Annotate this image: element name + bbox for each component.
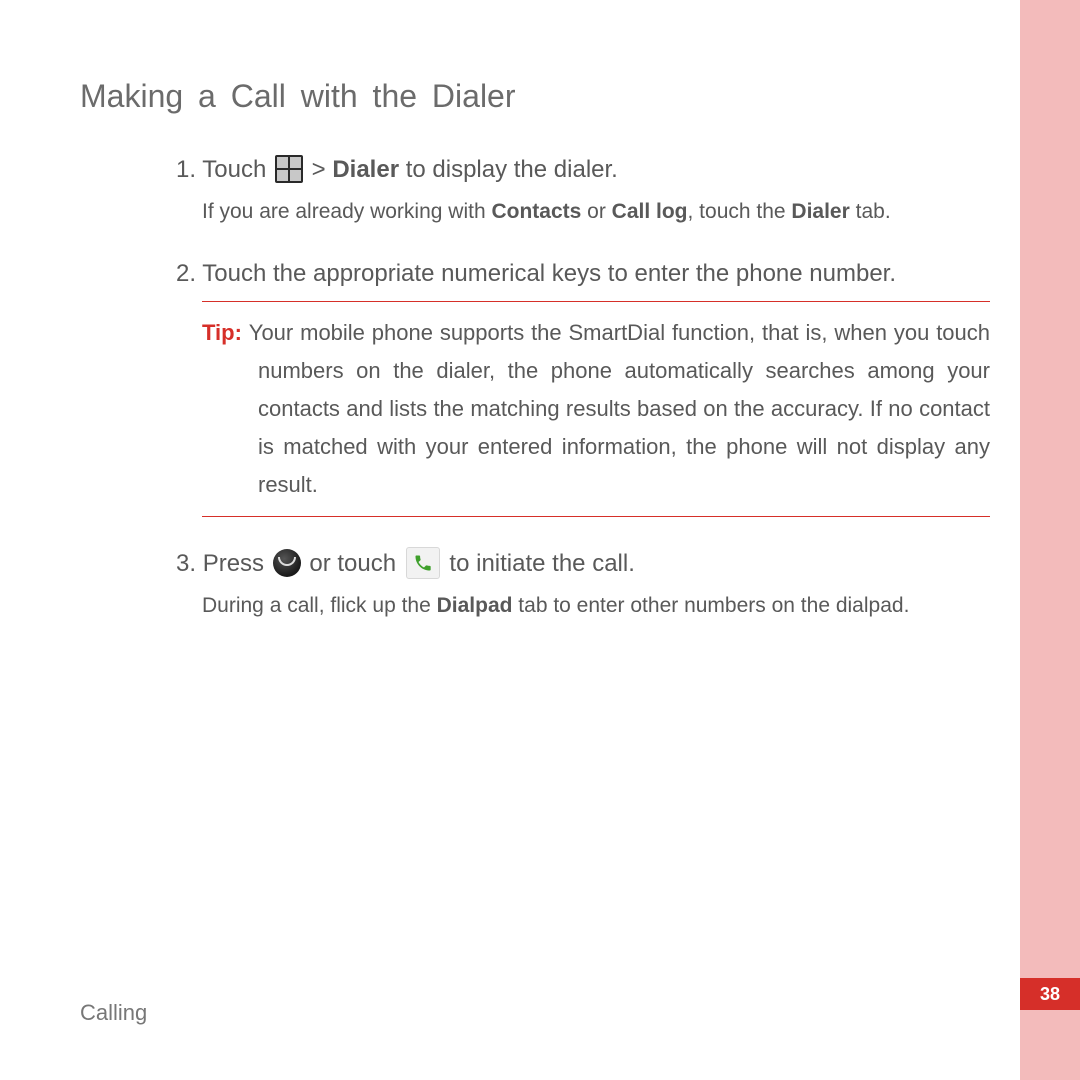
text: During a call, flick up the xyxy=(202,594,437,617)
tip-text: Your mobile phone supports the SmartDial… xyxy=(249,320,990,497)
section-heading: Making a Call with the Dialer xyxy=(80,78,1000,115)
text: tab to enter other numbers on the dialpa… xyxy=(512,594,909,617)
apps-grid-icon xyxy=(275,155,303,183)
step-1-subtext: If you are already working with Contacts… xyxy=(202,197,1000,227)
text: to initiate the call. xyxy=(443,550,635,577)
text: or touch xyxy=(303,550,403,577)
contacts-label: Contacts xyxy=(491,200,581,223)
text: Touch the appropriate numerical keys to … xyxy=(202,260,896,287)
text: tab. xyxy=(850,200,891,223)
call-button-icon xyxy=(273,549,301,577)
tip-label: Tip: xyxy=(202,320,249,345)
dialpad-label: Dialpad xyxy=(437,594,513,617)
tip-block: Tip: Your mobile phone supports the Smar… xyxy=(202,301,990,517)
call-log-label: Call log xyxy=(612,200,688,223)
text: or xyxy=(581,200,611,223)
step-number: 2. xyxy=(176,260,196,287)
dialer-tab-label: Dialer xyxy=(791,200,849,223)
text: , touch the xyxy=(688,200,792,223)
step-number: 3. xyxy=(176,550,196,577)
page-content: Making a Call with the Dialer 1. Touch >… xyxy=(80,78,1000,651)
step-3: 3. Press or touch to initiate the call. xyxy=(202,547,1000,581)
phone-icon xyxy=(406,547,440,579)
step-1: 1. Touch > Dialer to display the dialer. xyxy=(202,153,1000,187)
page-number: 38 xyxy=(1020,978,1080,1010)
text: Touch xyxy=(202,156,273,183)
step-number: 1. xyxy=(176,156,196,183)
thumb-index-bar: 38 xyxy=(1020,0,1080,1080)
text: If you are already working with xyxy=(202,200,491,223)
step-2: 2. Touch the appropriate numerical keys … xyxy=(202,257,1000,291)
text: to display the dialer. xyxy=(399,156,618,183)
step-3-subtext: During a call, flick up the Dialpad tab … xyxy=(202,591,1000,621)
dialer-label: Dialer xyxy=(332,156,399,183)
chapter-footer: Calling xyxy=(80,1000,147,1026)
text: > xyxy=(305,156,332,183)
text: Press xyxy=(203,550,271,577)
